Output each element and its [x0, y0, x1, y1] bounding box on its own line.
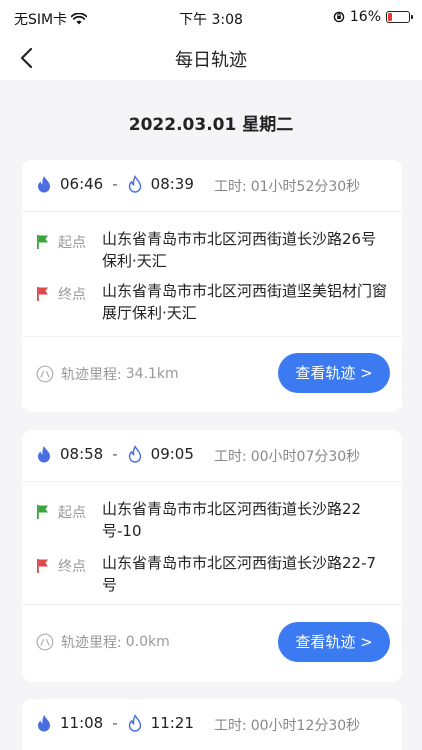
end-time: 08:39 — [150, 175, 194, 193]
end-label: 终点 — [58, 287, 86, 303]
end-time: 09:05 — [150, 445, 194, 463]
fire-filled-icon — [38, 446, 50, 463]
start-label: 起点 — [58, 235, 86, 251]
worktime: 工时: 00小时07分30秒 — [214, 446, 360, 466]
track-card: 06:46 - 08:39 工时: 01小时52分30秒 起点 山东省青岛市市北区… — [22, 160, 402, 412]
status-bar: 无SIM卡 下午 3:08 16% — [0, 0, 422, 36]
end-flag-icon — [37, 287, 48, 301]
fire-outline-icon — [128, 714, 141, 732]
battery-percent: 16% — [349, 9, 381, 25]
mileage-label: 轨迹里程: — [61, 635, 122, 651]
divider — [22, 336, 402, 337]
end-location: 终点 山东省青岛市市北区河西街道坚美铝材门窗展厅保利·天汇 — [36, 280, 388, 324]
start-time: 06:46 — [60, 175, 104, 193]
start-label: 起点 — [58, 505, 86, 521]
track-time-row: 11:08 - 11:21 工时: 00小时12分30秒 — [22, 699, 402, 750]
track-card: 11:08 - 11:21 工时: 00小时12分30秒 — [22, 699, 402, 750]
worktime-label: 工时: — [214, 179, 247, 195]
worktime-value: 00小时07分30秒 — [250, 449, 361, 465]
fire-outline-icon — [128, 445, 141, 463]
start-location: 起点 山东省青岛市市北区河西街道长沙路22号-10 — [36, 498, 388, 542]
date-header: 2022.03.01 星期二 — [128, 115, 294, 135]
route-icon — [36, 633, 54, 651]
worktime: 工时: 01小时52分30秒 — [214, 176, 360, 196]
view-track-button[interactable]: 查看轨迹 > — [278, 622, 390, 662]
end-address: 山东省青岛市市北区河西街道坚美铝材门窗展厅保利·天汇 — [102, 282, 388, 322]
track-card: 08:58 - 09:05 工时: 00小时07分30秒 起点 山东省青岛市市北区… — [22, 430, 402, 682]
start-time: 11:08 — [60, 714, 104, 732]
status-right: 16% — [333, 9, 413, 25]
end-address: 山东省青岛市市北区河西街道长沙路22-7号 — [102, 554, 377, 594]
mileage-value: 0.0km — [125, 634, 170, 650]
fire-outline-icon — [128, 175, 141, 193]
worktime-value: 00小时12分30秒 — [250, 718, 361, 734]
fire-filled-icon — [38, 715, 50, 732]
end-time: 11:21 — [150, 714, 194, 732]
end-flag-icon — [37, 559, 48, 573]
start-flag-icon — [37, 505, 48, 519]
battery-icon — [386, 11, 413, 23]
route-icon — [36, 365, 54, 383]
end-location: 终点 山东省青岛市市北区河西街道长沙路22-7号 — [36, 552, 388, 596]
start-location: 起点 山东省青岛市市北区河西街道长沙路26号保利·天汇 — [36, 228, 388, 272]
end-label: 终点 — [58, 559, 86, 575]
nav-bar: 每日轨迹 — [0, 36, 422, 80]
rotation-lock-icon — [333, 11, 345, 23]
start-flag-icon — [37, 235, 48, 249]
view-track-button[interactable]: 查看轨迹 > — [278, 353, 390, 393]
mileage-value: 34.1km — [125, 366, 179, 382]
track-time-row: 06:46 - 08:39 工时: 01小时52分30秒 — [22, 160, 402, 212]
mileage: 轨迹里程: 0.0km — [36, 632, 170, 652]
track-time-row: 08:58 - 09:05 工时: 00小时07分30秒 — [22, 430, 402, 482]
start-address: 山东省青岛市市北区河西街道长沙路22号-10 — [102, 500, 362, 540]
page-title: 每日轨迹 — [175, 50, 247, 71]
start-address: 山东省青岛市市北区河西街道长沙路26号保利·天汇 — [102, 230, 377, 270]
worktime-label: 工时: — [214, 718, 247, 734]
worktime-label: 工时: — [214, 449, 247, 465]
divider — [22, 604, 402, 605]
worktime-value: 01小时52分30秒 — [250, 179, 361, 195]
fire-filled-icon — [38, 176, 50, 193]
worktime: 工时: 00小时12分30秒 — [214, 715, 360, 735]
mileage: 轨迹里程: 34.1km — [36, 364, 179, 384]
mileage-label: 轨迹里程: — [61, 367, 122, 383]
start-time: 08:58 — [60, 445, 104, 463]
